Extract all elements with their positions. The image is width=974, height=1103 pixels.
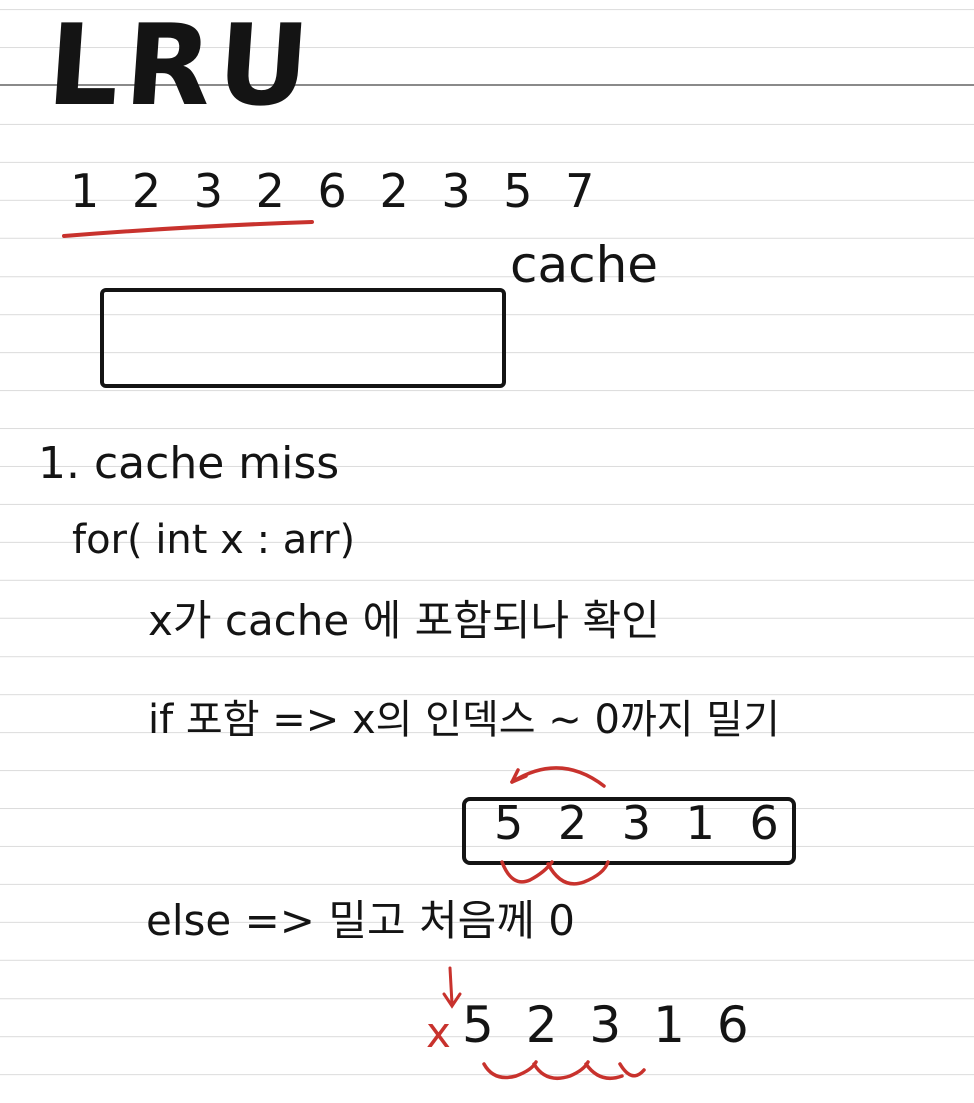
sequence-underline xyxy=(62,220,314,238)
annotation-marks xyxy=(62,220,646,1080)
insert-arrow-down xyxy=(442,966,462,1009)
shift-loops-1 xyxy=(500,860,610,886)
shift-loops-2 xyxy=(482,1060,646,1080)
